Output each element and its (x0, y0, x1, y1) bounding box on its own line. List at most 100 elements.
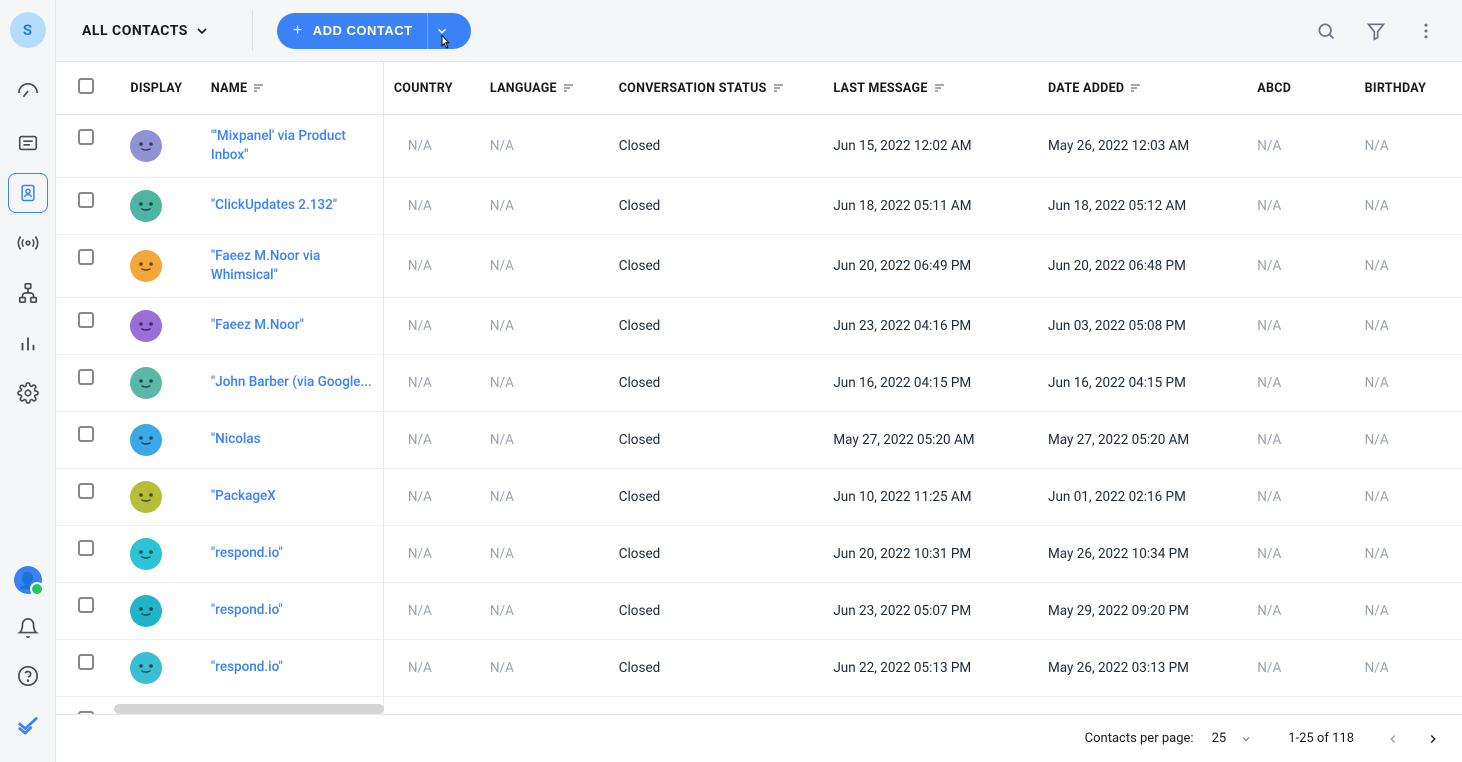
cell-country: N/A (383, 468, 480, 525)
row-checkbox[interactable] (78, 483, 94, 499)
header-country[interactable]: COUNTRY (383, 62, 480, 115)
contact-name-link[interactable]: "respond.io" (211, 545, 283, 561)
cell-country: N/A (383, 234, 480, 297)
table-row[interactable]: "'Mixpanel' via Product Inbox" N/A N/A C… (56, 115, 1462, 178)
help-icon[interactable] (8, 656, 48, 696)
search-icon[interactable] (1310, 15, 1342, 47)
cell-dateadded: May 29, 2022 09:20 PM (1038, 582, 1247, 639)
contact-name-link[interactable]: "Faeez M.Noor via Whimsical" (211, 248, 320, 283)
row-checkbox[interactable] (78, 129, 94, 145)
notifications-icon[interactable] (8, 608, 48, 648)
cell-country: N/A (383, 639, 480, 696)
table-row[interactable]: "John Barber (via Google... N/A N/A Clos… (56, 354, 1462, 411)
cell-status: Closed (609, 525, 824, 582)
segment-dropdown[interactable]: ALL CONTACTS (82, 23, 210, 39)
cell-status: Closed (609, 354, 824, 411)
next-page-button[interactable] (1422, 728, 1444, 750)
cell-status: Closed (609, 411, 824, 468)
table-row[interactable]: "respond.io" N/A N/A Closed Jun 20, 2022… (56, 525, 1462, 582)
cell-language: N/A (480, 177, 609, 234)
table-row[interactable]: "respond.io" N/A N/A Closed Jun 23, 2022… (56, 582, 1462, 639)
row-checkbox[interactable] (78, 249, 94, 265)
row-checkbox[interactable] (78, 369, 94, 385)
row-checkbox[interactable] (78, 654, 94, 670)
cell-country: N/A (383, 177, 480, 234)
sidebar: S 👤 (0, 0, 56, 762)
settings-icon[interactable] (8, 373, 48, 413)
cell-lastmsg: Jun 10, 2022 11:25 AM (823, 468, 1038, 525)
select-all-checkbox[interactable] (78, 78, 94, 94)
workflow-icon[interactable] (8, 273, 48, 313)
pagination-footer: Contacts per page: 25 1-25 of 118 (56, 714, 1462, 762)
table-row[interactable]: "ClickUpdates 2.132" N/A N/A Closed Jun … (56, 177, 1462, 234)
per-page-select[interactable]: 25 (1204, 727, 1261, 750)
table-row[interactable]: "Faeez M.Noor" N/A N/A Closed Jun 23, 20… (56, 297, 1462, 354)
add-contact-dropdown[interactable] (427, 13, 457, 49)
cell-language: N/A (480, 411, 609, 468)
cell-language: N/A (480, 582, 609, 639)
table-row[interactable]: "Nicolas N/A N/A Closed May 27, 2022 05:… (56, 411, 1462, 468)
row-checkbox[interactable] (78, 192, 94, 208)
brand-icon[interactable] (8, 704, 48, 744)
messages-icon[interactable] (8, 123, 48, 163)
cell-status: Closed (609, 297, 824, 354)
header-language[interactable]: LANGUAGE (480, 62, 609, 115)
contact-name-link[interactable]: "Faeez M.Noor" (211, 317, 304, 333)
cell-status: Closed (609, 639, 824, 696)
table-row[interactable]: "Faeez M.Noor via Whimsical" N/A N/A Clo… (56, 234, 1462, 297)
per-page-label: Contacts per page: (1085, 731, 1194, 746)
cell-abcd: N/A (1247, 115, 1354, 178)
plus-icon: + (293, 22, 303, 40)
contact-name-link[interactable]: "Nicolas (211, 431, 261, 447)
header-display[interactable]: DISPLAY (120, 62, 200, 115)
more-icon[interactable] (1410, 15, 1442, 47)
broadcast-icon[interactable] (8, 223, 48, 263)
contact-avatar (130, 190, 162, 222)
per-page-value: 25 (1212, 731, 1227, 746)
contact-name-link[interactable]: "'Mixpanel' via Product Inbox" (211, 128, 346, 163)
contact-name-link[interactable]: "John Barber (via Google... (211, 374, 372, 390)
contact-avatar (130, 424, 162, 456)
cell-birthday: N/A (1355, 582, 1462, 639)
header-abcd[interactable]: ABCD (1247, 62, 1354, 115)
table-row[interactable]: "respond.io" N/A N/A Closed Jun 22, 2022… (56, 639, 1462, 696)
prev-page-button[interactable] (1382, 728, 1404, 750)
user-avatar[interactable]: 👤 (14, 566, 42, 594)
filter-icon[interactable] (1360, 15, 1392, 47)
cell-abcd: N/A (1247, 411, 1354, 468)
cell-dateadded: Jun 20, 2022 03:16 PM (1038, 696, 1247, 714)
add-contact-label: ADD CONTACT (313, 23, 413, 38)
cell-status: Closed (609, 468, 824, 525)
row-checkbox[interactable] (78, 597, 94, 613)
contact-avatar (130, 538, 162, 570)
cell-dateadded: May 26, 2022 12:03 AM (1038, 115, 1247, 178)
cell-abcd: N/A (1247, 639, 1354, 696)
row-checkbox[interactable] (78, 312, 94, 328)
contact-name-link[interactable]: "PackageX (211, 488, 276, 504)
table-row[interactable]: "PackageX N/A N/A Closed Jun 10, 2022 11… (56, 468, 1462, 525)
contact-avatar (130, 250, 162, 282)
cell-status: Closed (609, 177, 824, 234)
contact-name-link[interactable]: "respond.io" (211, 659, 283, 675)
row-checkbox[interactable] (78, 426, 94, 442)
row-checkbox[interactable] (78, 540, 94, 556)
sort-icon (563, 83, 577, 93)
table-header-row: DISPLAY NAME COUNTRY LANGUAGE CONVERSATI… (56, 62, 1462, 115)
contact-name-link[interactable]: "ClickUpdates 2.132" (211, 197, 337, 213)
contact-avatar (130, 652, 162, 684)
header-lastmsg[interactable]: LAST MESSAGE (823, 62, 1038, 115)
cell-lastmsg: Jun 23, 2022 04:16 PM (823, 297, 1038, 354)
header-name[interactable]: NAME (201, 62, 383, 115)
reports-icon[interactable] (8, 323, 48, 363)
workspace-avatar[interactable]: S (10, 12, 46, 48)
header-status[interactable]: CONVERSATION STATUS (609, 62, 824, 115)
dashboard-icon[interactable] (8, 73, 48, 113)
cell-country: N/A (383, 582, 480, 639)
header-dateadded[interactable]: DATE ADDED (1038, 62, 1247, 115)
add-contact-button[interactable]: + ADD CONTACT (277, 13, 471, 49)
header-birthday[interactable]: BIRTHDAY (1355, 62, 1462, 115)
horizontal-scrollbar[interactable] (114, 704, 384, 714)
contacts-icon[interactable] (8, 173, 48, 213)
contact-name-link[interactable]: "respond.io" (211, 602, 283, 618)
cell-language: N/A (480, 696, 609, 714)
